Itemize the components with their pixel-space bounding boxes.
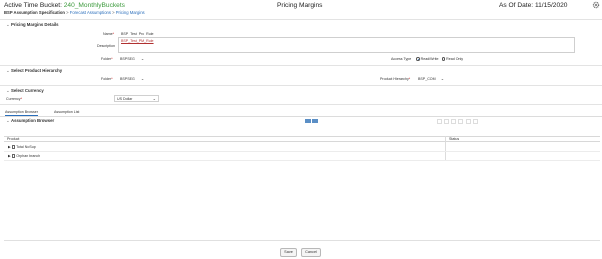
expand-arrow-icon[interactable]: ▶	[8, 145, 11, 149]
product-hierarchy-select[interactable]: BSP_COM ⌄	[418, 76, 444, 81]
section-divider	[0, 65, 602, 66]
breadcrumb-separator: >	[66, 10, 69, 15]
bucket-label: Active Time Bucket:	[4, 2, 62, 9]
delete-icon[interactable]	[466, 119, 471, 124]
description-label: Description	[97, 44, 115, 48]
description-value: BSP_Test_PM_Rule	[121, 39, 154, 43]
chevron-down-icon: ⌄	[140, 56, 145, 61]
row-divider	[4, 160, 600, 161]
name-field[interactable]: BSP_Test_Prc_Rule	[118, 30, 158, 36]
tab-assumption-list[interactable]: Assumption List	[54, 110, 79, 114]
view-icon[interactable]	[444, 119, 449, 124]
section-select-currency[interactable]: ⌄Select Currency	[6, 88, 44, 94]
gear-icon[interactable]	[592, 1, 600, 9]
row-checkbox[interactable]	[11, 144, 16, 149]
as-of-label: As Of Date:	[499, 2, 534, 9]
column-divider	[445, 136, 446, 160]
chevron-down-icon: ⌄	[152, 96, 156, 101]
browser-bottom-border	[4, 240, 600, 241]
section-assumption-browser[interactable]: ⌄Assumption Browser	[6, 118, 54, 124]
ph-folder-select[interactable]: BSPSEG ⌄	[120, 76, 144, 81]
section-divider	[0, 85, 602, 86]
ph-folder-label: Folder*	[101, 77, 113, 81]
edit-icon[interactable]	[451, 119, 456, 124]
column-header-status: Status	[449, 137, 460, 141]
save-button[interactable]: Save	[280, 248, 297, 257]
section-title: Pricing Margins Details	[11, 22, 59, 27]
radio-read-write[interactable]: Read/Write	[416, 56, 439, 61]
breadcrumb-item-spec[interactable]: BSP Assumption Specification	[4, 10, 65, 15]
ph-folder-value: BSPSEG	[120, 77, 135, 81]
name-label: Name*	[103, 32, 114, 36]
breadcrumb-separator: >	[112, 10, 115, 15]
section-divider	[0, 104, 602, 105]
chevron-down-icon: ⌄	[440, 76, 445, 81]
radio-icon	[416, 56, 420, 61]
row-label: Orphan branch	[16, 154, 41, 158]
tabs-divider	[0, 116, 602, 117]
page-title: Pricing Margins	[277, 2, 323, 9]
list-view-icon[interactable]	[312, 119, 318, 123]
cancel-button[interactable]: Cancel	[301, 248, 321, 257]
section-product-hierarchy[interactable]: ⌄Select Product Hierarchy	[6, 68, 62, 74]
breadcrumb-item-pricing: Pricing Margins	[115, 10, 145, 15]
row-label: Total NoSup	[16, 145, 36, 149]
expand-arrow-icon[interactable]: ▶	[8, 154, 11, 158]
product-hierarchy-value: BSP_COM	[418, 77, 436, 81]
row-divider	[4, 151, 600, 152]
tree-view-icon[interactable]	[305, 119, 311, 123]
access-type-options: Read/Write Read Only	[416, 56, 463, 61]
breadcrumb: BSP Assumption Specification > Forecast …	[4, 10, 145, 15]
export-icon[interactable]	[473, 119, 478, 124]
folder-select[interactable]: BSPSEG ⌄	[120, 56, 144, 61]
currency-value: US Dollar	[117, 97, 133, 101]
active-time-bucket: Active Time Bucket: 240_MonthlyBuckets	[4, 2, 125, 9]
browser-table-header	[4, 136, 600, 142]
as-of-date: As Of Date: 11/15/2020	[499, 2, 567, 9]
chevron-down-icon: ⌄	[140, 76, 145, 81]
as-of-value: 11/15/2020	[534, 2, 568, 9]
table-row[interactable]: ▶ Total NoSup	[8, 144, 36, 149]
access-type-label: Access Type	[391, 57, 412, 61]
radio-icon	[441, 56, 446, 61]
copy-icon[interactable]	[458, 119, 463, 124]
folder-label: Folder*	[101, 57, 113, 61]
currency-label: Currency*	[6, 97, 22, 101]
section-pricing-margins-details[interactable]: ⌄Pricing Margins Details	[6, 22, 59, 28]
breadcrumb-item-forecast[interactable]: Forecast Assumptions	[70, 10, 111, 15]
table-row[interactable]: ▶ Orphan branch	[8, 153, 41, 158]
description-field[interactable]: BSP_Test_PM_Rule	[118, 37, 575, 53]
radio-read-only[interactable]: Read Only	[441, 56, 463, 61]
bucket-value[interactable]: 240_MonthlyBuckets	[64, 2, 125, 9]
column-header-product: Product	[7, 137, 20, 141]
currency-select[interactable]: US Dollar ⌄	[114, 95, 159, 102]
add-icon[interactable]	[437, 119, 442, 124]
row-checkbox[interactable]	[11, 153, 16, 158]
product-hierarchy-label: Product Hierarchy*	[380, 77, 411, 81]
folder-value: BSPSEG	[120, 57, 135, 61]
header-divider	[0, 19, 602, 20]
